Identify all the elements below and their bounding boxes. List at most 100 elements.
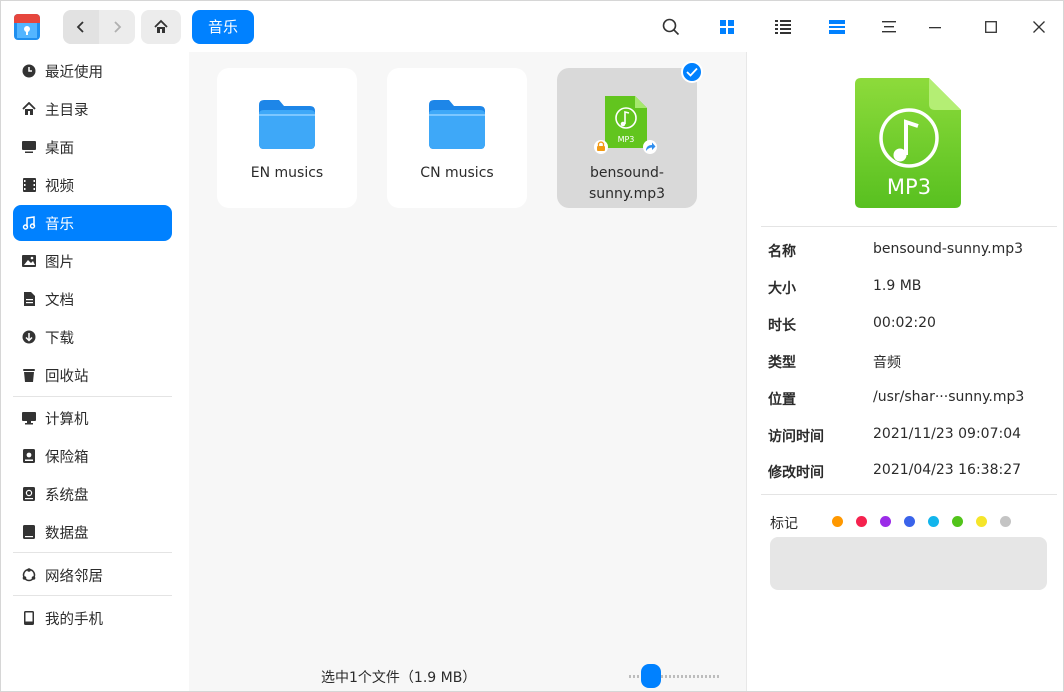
titlebar: 音乐 <box>1 1 1063 52</box>
clock-icon <box>21 63 37 79</box>
sidebar-item-phone[interactable]: 我的手机 <box>13 600 172 636</box>
chevron-right-icon <box>114 21 122 33</box>
tag-color-purple[interactable] <box>880 516 891 527</box>
mp3-preview-icon: MP3 <box>855 78 961 208</box>
property-key-type: 类型 <box>768 355 796 371</box>
network-icon <box>21 567 37 583</box>
maximize-icon <box>985 21 997 33</box>
file-item-label: CN musics <box>420 165 494 181</box>
grid-view-icon <box>720 20 734 34</box>
sidebar-item-label: 下载 <box>45 330 74 347</box>
back-button[interactable] <box>63 10 99 44</box>
status-bar-text: 选中1个文件（1.9 MB） <box>321 670 477 686</box>
tag-label: 标记 <box>770 516 798 532</box>
sidebar-item-label: 保险箱 <box>45 449 89 466</box>
property-key-name: 名称 <box>768 244 796 260</box>
tag-color-gray[interactable] <box>1000 516 1011 527</box>
desktop-icon <box>21 139 37 155</box>
sidebar-item-music[interactable]: 音乐 <box>13 205 172 241</box>
home-button[interactable] <box>141 10 181 44</box>
sidebar: 最近使用 主目录 桌面 视频 音乐 图片 文档 下载 回收站 计算机 保险箱 系… <box>1 52 189 691</box>
sidebar-item-pictures[interactable]: 图片 <box>13 243 172 279</box>
sidebar-item-data-disk[interactable]: 数据盘 <box>13 514 172 550</box>
detail-divider <box>761 226 1057 227</box>
icon-view-button[interactable] <box>714 14 740 40</box>
sidebar-item-video[interactable]: 视频 <box>13 167 172 203</box>
sidebar-item-label: 数据盘 <box>45 525 89 542</box>
property-key-duration: 时长 <box>768 318 796 334</box>
file-item-label: sunny.mp3 <box>588 186 666 202</box>
disk-icon <box>21 524 37 540</box>
list-view-button[interactable] <box>770 14 796 40</box>
forward-button[interactable] <box>99 10 135 44</box>
file-manager-app-icon <box>14 14 40 40</box>
property-value-type: 音频 <box>873 355 901 371</box>
file-view-area[interactable]: EN musics CN musics MP3 bensound- sunny.… <box>189 52 746 691</box>
sidebar-item-documents[interactable]: 文档 <box>13 281 172 317</box>
property-value-modified: 2021/04/23 16:38:27 <box>873 462 1022 478</box>
preview-icon-text: MP3 <box>887 175 931 199</box>
maximize-button[interactable] <box>978 14 1004 40</box>
property-key-modified: 修改时间 <box>768 465 824 481</box>
sidebar-item-system-disk[interactable]: 系统盘 <box>13 476 172 512</box>
detail-divider <box>761 494 1057 495</box>
file-item-label: EN musics <box>250 165 324 181</box>
sidebar-item-downloads[interactable]: 下载 <box>13 319 172 355</box>
tag-color-green[interactable] <box>952 516 963 527</box>
video-icon <box>21 177 37 193</box>
tag-color-yellow[interactable] <box>976 516 987 527</box>
sidebar-divider <box>13 396 172 397</box>
property-key-size: 大小 <box>768 281 796 297</box>
property-key-accessed: 访问时间 <box>768 429 824 445</box>
sidebar-item-label: 文档 <box>45 292 74 309</box>
tag-color-blue[interactable] <box>904 516 915 527</box>
mp3-icon-text: MP3 <box>618 135 635 144</box>
icon-size-slider-handle[interactable] <box>641 664 661 688</box>
search-button[interactable] <box>658 14 684 40</box>
close-icon <box>1033 21 1045 33</box>
sidebar-item-label: 音乐 <box>45 216 74 233</box>
minimize-button[interactable] <box>922 14 948 40</box>
minimize-icon <box>929 27 941 29</box>
sidebar-item-label: 视频 <box>45 178 74 195</box>
sidebar-item-label: 最近使用 <box>45 64 103 81</box>
sidebar-item-recent[interactable]: 最近使用 <box>13 53 172 89</box>
sidebar-item-label: 图片 <box>45 254 74 271</box>
vault-icon <box>21 448 37 464</box>
sidebar-item-trash[interactable]: 回收站 <box>13 357 172 393</box>
search-icon <box>662 18 680 36</box>
property-value-duration: 00:02:20 <box>873 315 936 331</box>
detail-panel-icon <box>829 20 845 34</box>
tag-input-box[interactable] <box>770 537 1047 590</box>
picture-icon <box>21 253 37 269</box>
property-value-location[interactable]: /usr/shar···sunny.mp3 <box>873 389 1024 405</box>
file-item-mp3-selected[interactable]: MP3 bensound- sunny.mp3 <box>557 68 697 208</box>
sidebar-item-label: 我的手机 <box>45 611 103 628</box>
computer-icon <box>21 410 37 426</box>
file-item-folder[interactable]: CN musics <box>387 68 527 208</box>
property-key-location: 位置 <box>768 392 796 408</box>
property-value-accessed: 2021/11/23 09:07:04 <box>873 426 1022 442</box>
sidebar-item-desktop[interactable]: 桌面 <box>13 129 172 165</box>
sidebar-item-network[interactable]: 网络邻居 <box>13 557 172 593</box>
list-view-icon <box>775 20 791 34</box>
sidebar-item-computer[interactable]: 计算机 <box>13 400 172 436</box>
sidebar-item-vault[interactable]: 保险箱 <box>13 438 172 474</box>
sidebar-item-label: 主目录 <box>45 102 89 119</box>
breadcrumb-current[interactable]: 音乐 <box>192 10 255 44</box>
sidebar-item-home[interactable]: 主目录 <box>13 91 172 127</box>
trash-icon <box>21 367 37 383</box>
file-manager-window: 音乐 最近使用 主目录 桌面 视频 音乐 图片 文档 下载 回收站 计算机 保险… <box>0 0 1064 692</box>
tag-color-red[interactable] <box>856 516 867 527</box>
file-item-folder[interactable]: EN musics <box>217 68 357 208</box>
close-button[interactable] <box>1026 14 1052 40</box>
main-menu-button[interactable] <box>876 14 902 40</box>
tag-color-cyan[interactable] <box>928 516 939 527</box>
detail-panel-toggle-button[interactable] <box>824 14 850 40</box>
sidebar-divider <box>13 552 172 553</box>
sidebar-item-label: 桌面 <box>45 140 74 157</box>
tag-color-orange[interactable] <box>832 516 843 527</box>
document-icon <box>21 291 37 307</box>
phone-icon <box>21 610 37 626</box>
menu-icon <box>882 21 896 33</box>
